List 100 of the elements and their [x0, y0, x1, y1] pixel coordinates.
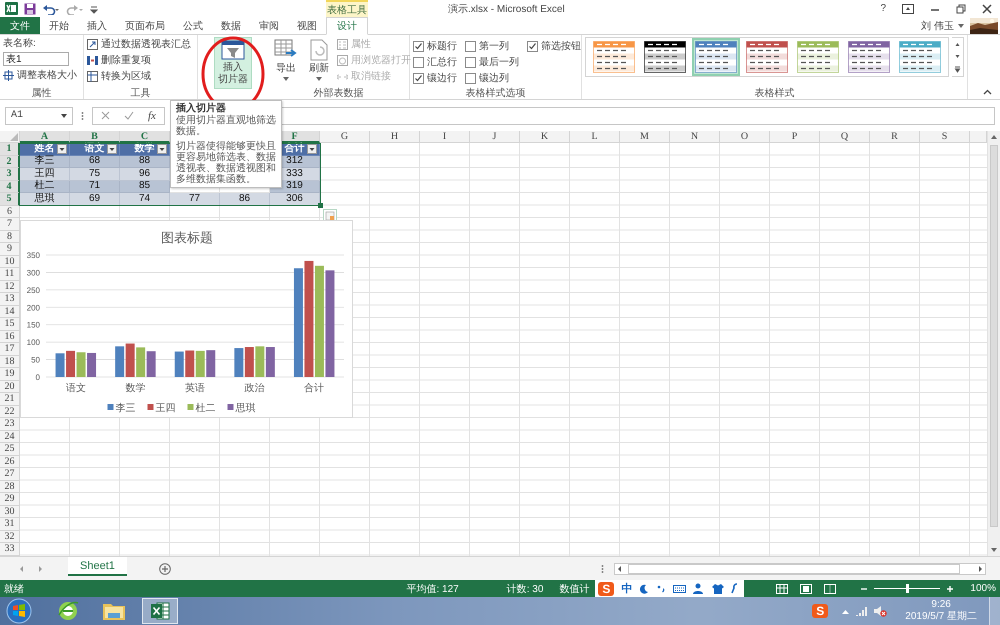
- customize-icon[interactable]: [90, 4, 98, 14]
- splitter-icon[interactable]: [601, 564, 604, 574]
- ribbon-tab[interactable]: 页面布局: [116, 17, 174, 34]
- filter-button[interactable]: [307, 144, 317, 154]
- row-header[interactable]: 19: [0, 368, 20, 380]
- column-header[interactable]: B: [70, 131, 120, 143]
- column-header[interactable]: R: [870, 131, 920, 143]
- chart-bar[interactable]: [146, 351, 156, 377]
- gallery-scrollbar[interactable]: [952, 37, 964, 77]
- chart-bar[interactable]: [126, 344, 135, 377]
- row-header[interactable]: 11: [0, 268, 20, 280]
- chart-card[interactable]: 图表标题 0 50 100 150 200 250 300 350 语文 数学 英语 政治 合计 李三 王四 杜二 思琪: [20, 220, 353, 418]
- row-header[interactable]: 3: [0, 168, 20, 180]
- ribbon-tab[interactable]: 公式: [174, 17, 212, 34]
- wrench-icon[interactable]: [731, 583, 740, 594]
- pivot-icon[interactable]: [87, 38, 98, 50]
- horizontal-scrollbar[interactable]: [614, 562, 986, 574]
- row-header[interactable]: 33: [0, 543, 20, 556]
- save-icon[interactable]: [24, 2, 36, 14]
- row-header[interactable]: 28: [0, 480, 20, 493]
- more-icon[interactable]: [952, 64, 963, 76]
- row-header[interactable]: 5: [0, 193, 20, 206]
- sheet-tab[interactable]: Sheet1: [68, 557, 127, 576]
- spreadsheet-icon[interactable]: [149, 600, 171, 622]
- ribbon-button[interactable]: 通过数据透视表汇总: [87, 37, 194, 51]
- ribbon-button[interactable]: 导出: [271, 37, 301, 86]
- filter-button[interactable]: [107, 144, 117, 154]
- close-icon[interactable]: [982, 4, 992, 14]
- caret-icon[interactable]: [958, 24, 964, 28]
- resize-table-button[interactable]: 调整表格大小: [3, 68, 80, 82]
- scrollbar-thumb[interactable]: [628, 564, 960, 574]
- column-header[interactable]: K: [520, 131, 570, 143]
- vertical-scrollbar[interactable]: [987, 131, 1000, 556]
- column-header[interactable]: S: [920, 131, 970, 143]
- moon-icon[interactable]: [639, 584, 650, 594]
- page-break-icon[interactable]: [824, 584, 836, 594]
- row-header[interactable]: 12: [0, 280, 20, 293]
- ribbon-display-icon[interactable]: [902, 4, 914, 14]
- ribbon-tab[interactable]: 插入: [78, 17, 116, 34]
- page-layout-icon[interactable]: [800, 584, 812, 594]
- column-header[interactable]: O: [720, 131, 770, 143]
- column-header[interactable]: M: [620, 131, 670, 143]
- row-header[interactable]: 24: [0, 430, 20, 443]
- column-header[interactable]: J: [470, 131, 520, 143]
- option-checkbox[interactable]: 最后一列: [465, 55, 519, 69]
- taskbar-app[interactable]: [142, 598, 178, 624]
- help-button[interactable]: ?: [880, 3, 886, 14]
- row-header[interactable]: 29: [0, 493, 20, 506]
- row-header[interactable]: 21: [0, 393, 20, 406]
- chart-bar[interactable]: [304, 260, 314, 377]
- resize-icon[interactable]: [3, 70, 14, 80]
- more-icon[interactable]: [81, 110, 84, 120]
- ribbon-button[interactable]: 删除重复项: [87, 53, 194, 67]
- checkmark-icon[interactable]: [414, 74, 423, 82]
- next-sheet-icon[interactable]: [36, 564, 44, 572]
- user-name[interactable]: 刘 伟玉: [921, 18, 954, 32]
- filter-button[interactable]: [57, 144, 67, 154]
- row-header[interactable]: 32: [0, 530, 20, 543]
- option-checkbox[interactable]: 镶边列: [465, 71, 519, 85]
- column-header[interactable]: N: [670, 131, 720, 143]
- option-checkbox[interactable]: 标题行: [413, 39, 457, 53]
- ribbon-tab[interactable]: 视图: [288, 17, 326, 34]
- caret-icon[interactable]: [283, 77, 289, 81]
- ime-toolbar[interactable]: S 中: [595, 580, 744, 597]
- zoom-slider-thumb[interactable]: [906, 584, 909, 593]
- start-button[interactable]: [6, 598, 32, 624]
- row-header[interactable]: 9: [0, 243, 20, 256]
- row-header[interactable]: 27: [0, 468, 20, 480]
- row-header[interactable]: 25: [0, 443, 20, 456]
- ribbon-tab[interactable]: 审阅: [250, 17, 288, 34]
- row-header[interactable]: 18: [0, 356, 20, 368]
- chart-bar[interactable]: [56, 353, 65, 377]
- shirt-icon[interactable]: [712, 584, 724, 594]
- fill-handle[interactable]: [318, 203, 323, 208]
- chart-bar[interactable]: [244, 347, 254, 377]
- collapse-ribbon-icon[interactable]: [983, 89, 992, 95]
- checkmark-icon[interactable]: [414, 42, 423, 50]
- ribbon-tab[interactable]: 文件: [0, 17, 40, 34]
- excel-icon[interactable]: [5, 2, 18, 15]
- filter-icon[interactable]: [221, 40, 245, 60]
- cancel-icon[interactable]: [101, 111, 110, 120]
- row-header[interactable]: 6: [0, 206, 20, 218]
- insert-slicer-button[interactable]: 插入 切片器: [214, 37, 252, 89]
- undo-icon[interactable]: [42, 2, 60, 14]
- keyboard-icon[interactable]: [673, 584, 686, 594]
- ribbon-tab[interactable]: 开始: [40, 17, 78, 34]
- option-checkbox[interactable]: 筛选按钮: [527, 39, 581, 53]
- option-checkbox[interactable]: 镶边行: [413, 71, 457, 85]
- user-icon[interactable]: [693, 583, 706, 594]
- ribbon-tab[interactable]: 设计: [326, 17, 368, 35]
- chart-bar[interactable]: [234, 348, 244, 377]
- column-header[interactable]: Q: [820, 131, 870, 143]
- column-header[interactable]: L: [570, 131, 620, 143]
- previous-sheet-icon[interactable]: [18, 564, 26, 572]
- ime-mode[interactable]: 中: [621, 581, 632, 596]
- browser-icon[interactable]: [57, 600, 79, 622]
- chart-bar[interactable]: [266, 347, 275, 377]
- row-header[interactable]: 16: [0, 330, 20, 343]
- row-header[interactable]: 17: [0, 343, 20, 356]
- insert-function-button[interactable]: fx: [148, 110, 156, 122]
